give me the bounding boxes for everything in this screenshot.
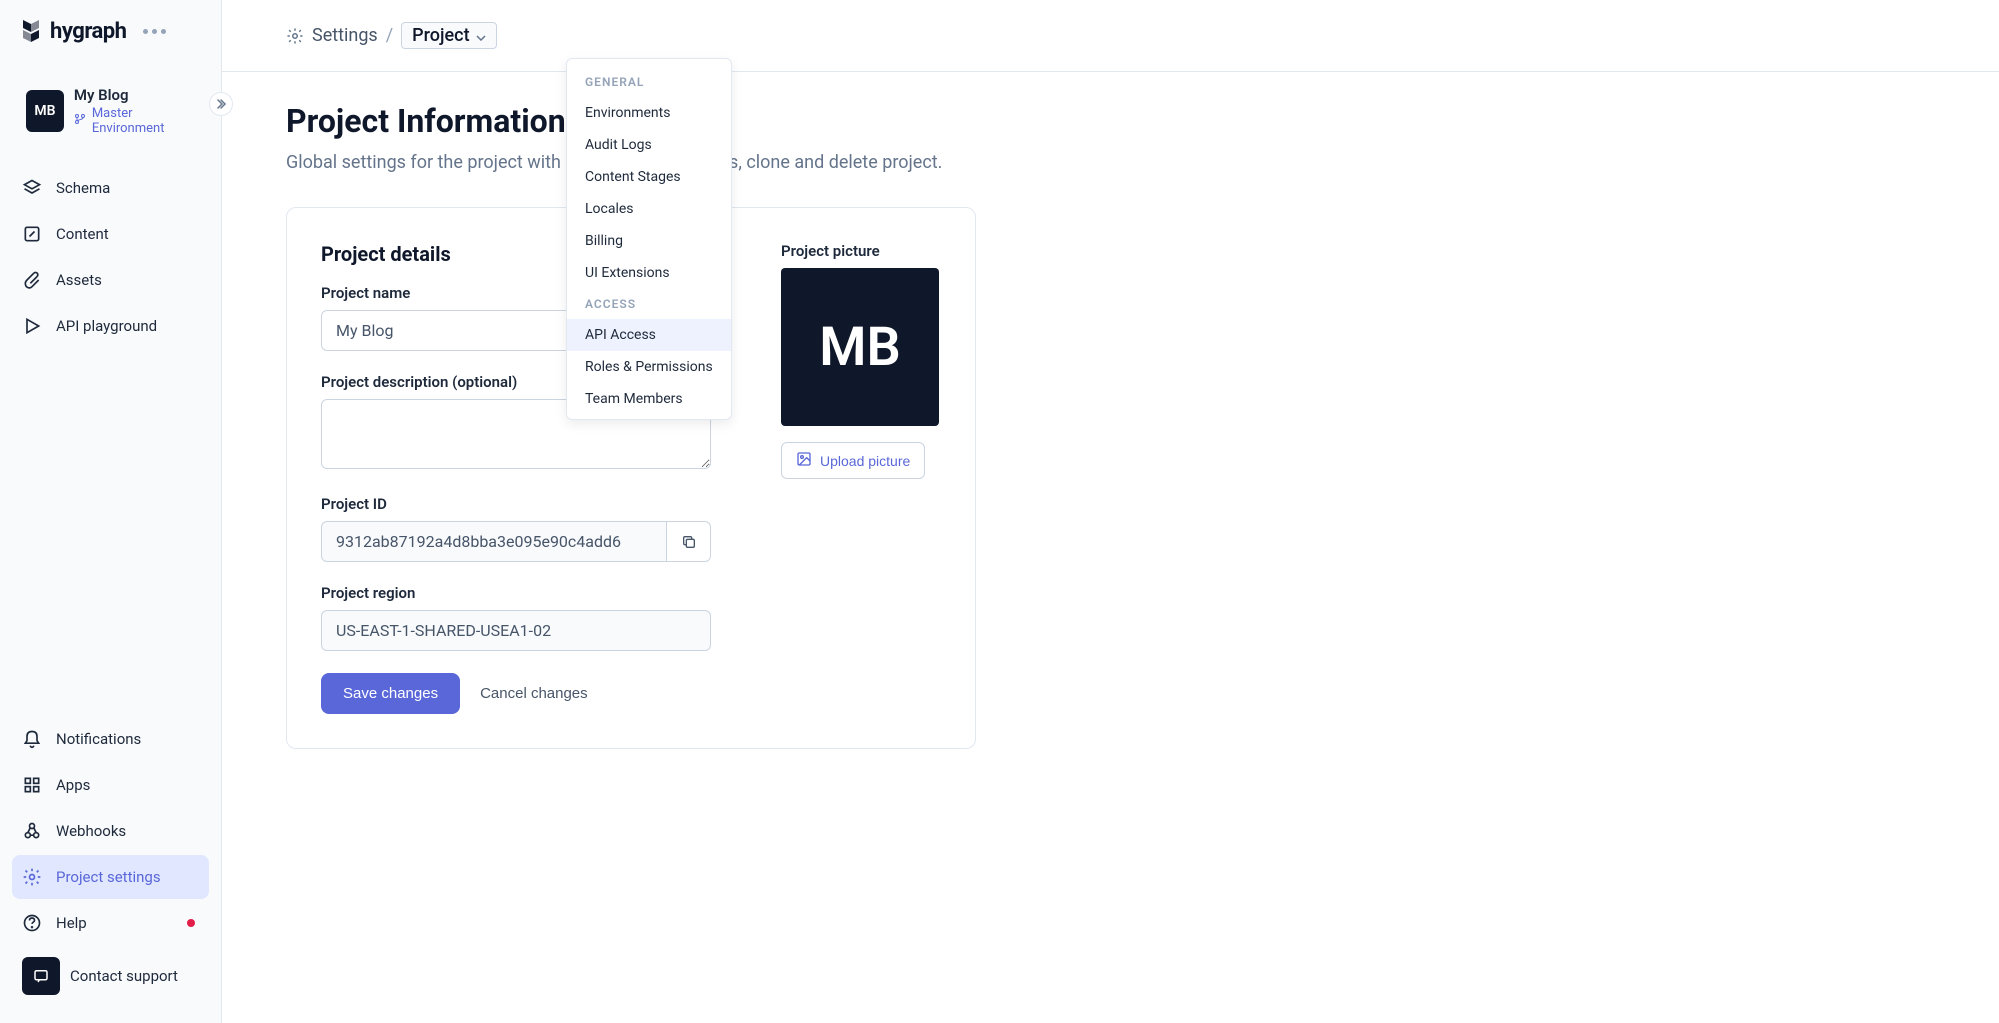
dropdown-item-roles-permissions[interactable]: Roles & Permissions bbox=[567, 351, 731, 383]
project-picture-label: Project picture bbox=[781, 242, 941, 260]
project-switcher[interactable]: MB My Blog Master Environment bbox=[12, 76, 209, 146]
sidebar-item-notifications[interactable]: Notifications bbox=[12, 717, 209, 761]
project-id-input bbox=[321, 521, 667, 562]
nav-label: Content bbox=[56, 225, 109, 243]
project-name: My Blog bbox=[74, 86, 195, 104]
hygraph-icon bbox=[20, 18, 42, 44]
upload-picture-button[interactable]: Upload picture bbox=[781, 442, 925, 479]
notification-dot bbox=[187, 919, 195, 927]
nav-label: API playground bbox=[56, 317, 157, 335]
nav-label: Contact support bbox=[70, 967, 178, 985]
sidebar-item-apps[interactable]: Apps bbox=[12, 763, 209, 807]
breadcrumb-separator: / bbox=[386, 25, 393, 46]
project-picture: MB bbox=[781, 268, 939, 426]
nav-label: Notifications bbox=[56, 730, 141, 748]
upload-label: Upload picture bbox=[820, 453, 910, 469]
dropdown-item-content-stages[interactable]: Content Stages bbox=[567, 161, 731, 193]
dropdown-item-ui-extensions[interactable]: UI Extensions bbox=[567, 257, 731, 289]
dropdown-section-label: GENERAL bbox=[567, 67, 731, 97]
sidebar-item-webhooks[interactable]: Webhooks bbox=[12, 809, 209, 853]
save-button[interactable]: Save changes bbox=[321, 673, 460, 714]
project-region-input bbox=[321, 610, 711, 651]
help-icon bbox=[22, 913, 42, 933]
dropdown-item-locales[interactable]: Locales bbox=[567, 193, 731, 225]
nav-label: Assets bbox=[56, 271, 102, 289]
brand-name: hygraph bbox=[50, 19, 127, 44]
project-region-label: Project region bbox=[321, 584, 711, 602]
bell-icon bbox=[22, 729, 42, 749]
layers-icon bbox=[22, 178, 42, 198]
grid-icon bbox=[22, 775, 42, 795]
caret-down-icon bbox=[476, 25, 486, 46]
play-icon bbox=[22, 316, 42, 336]
sidebar-item-content[interactable]: Content bbox=[12, 212, 209, 256]
gear-icon bbox=[22, 867, 42, 887]
dropdown-section-label: ACCESS bbox=[567, 289, 731, 319]
nav-label: Schema bbox=[56, 179, 110, 197]
sidebar-item-schema[interactable]: Schema bbox=[12, 166, 209, 210]
chat-icon bbox=[22, 957, 60, 995]
dropdown-item-billing[interactable]: Billing bbox=[567, 225, 731, 257]
breadcrumb-settings[interactable]: Settings bbox=[312, 25, 378, 46]
nav-label: Apps bbox=[56, 776, 90, 794]
more-icon[interactable] bbox=[143, 29, 166, 34]
page-subtitle: Global settings for the project with opt… bbox=[286, 152, 1935, 173]
breadcrumb: Settings / Project bbox=[222, 0, 1999, 72]
page-title: Project Information bbox=[286, 102, 1935, 140]
collapse-sidebar-button[interactable] bbox=[209, 92, 233, 116]
project-id-label: Project ID bbox=[321, 495, 711, 513]
copy-project-id-button[interactable] bbox=[667, 521, 711, 562]
sidebar-item-project-settings[interactable]: Project settings bbox=[12, 855, 209, 899]
sidebar-item-help[interactable]: Help bbox=[12, 901, 209, 945]
sidebar-item-api-playground[interactable]: API playground bbox=[12, 304, 209, 348]
cancel-button[interactable]: Cancel changes bbox=[480, 685, 588, 702]
dropdown-item-api-access[interactable]: API Access bbox=[567, 319, 731, 351]
dropdown-item-environments[interactable]: Environments bbox=[567, 97, 731, 129]
brand-logo[interactable]: hygraph bbox=[20, 18, 127, 44]
edit-icon bbox=[22, 224, 42, 244]
attachment-icon bbox=[22, 270, 42, 290]
dropdown-item-audit-logs[interactable]: Audit Logs bbox=[567, 129, 731, 161]
breadcrumb-project-dropdown[interactable]: Project bbox=[401, 22, 496, 49]
sidebar-item-assets[interactable]: Assets bbox=[12, 258, 209, 302]
settings-dropdown-menu: GENERALEnvironmentsAudit LogsContent Sta… bbox=[566, 58, 732, 420]
environment-name: Master Environment bbox=[92, 106, 195, 136]
project-avatar: MB bbox=[26, 90, 64, 132]
sidebar-item-contact-support[interactable]: Contact support bbox=[12, 947, 209, 1005]
webhook-icon bbox=[22, 821, 42, 841]
image-icon bbox=[796, 451, 812, 470]
gear-icon bbox=[286, 27, 304, 45]
nav-label: Project settings bbox=[56, 868, 161, 886]
nav-label: Webhooks bbox=[56, 822, 126, 840]
dropdown-label: Project bbox=[412, 25, 469, 46]
branch-icon bbox=[74, 113, 86, 129]
dropdown-item-team-members[interactable]: Team Members bbox=[567, 383, 731, 415]
nav-label: Help bbox=[56, 914, 87, 932]
